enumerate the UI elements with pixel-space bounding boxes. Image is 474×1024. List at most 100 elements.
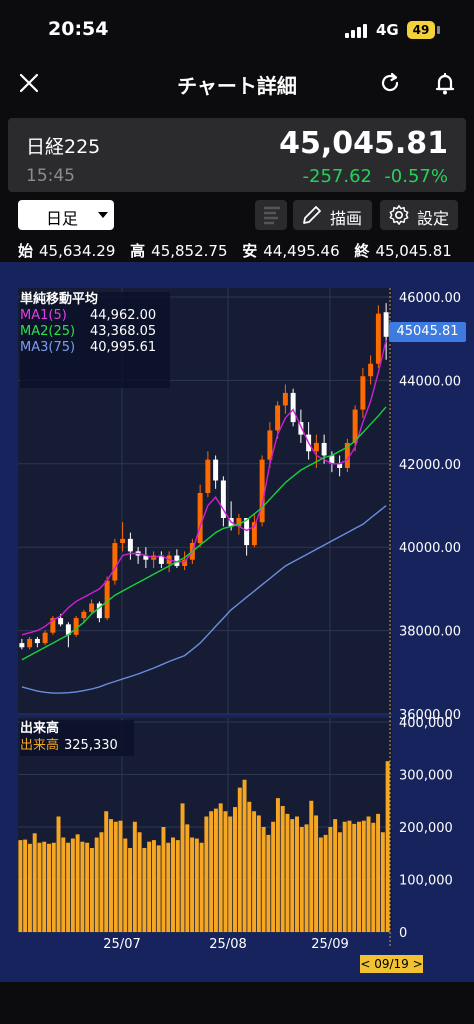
candle-body	[19, 643, 25, 648]
ma3-label: MA3(75)	[20, 340, 76, 355]
volume-bar	[304, 824, 309, 932]
volume-bar	[271, 821, 276, 932]
open-label: 始	[18, 242, 34, 260]
volume-bar	[371, 822, 376, 932]
volume-bar	[109, 819, 113, 932]
volume-bar	[280, 806, 285, 932]
date-tag[interactable]: < 09/19 >	[360, 955, 423, 973]
settings-button[interactable]: 設定	[380, 200, 458, 230]
volume-tick-label: 400,000	[399, 716, 453, 731]
battery-tip	[437, 26, 440, 34]
x-tick-label: 25/07	[103, 937, 140, 952]
volume-bar	[213, 808, 218, 932]
volume-bar	[18, 840, 23, 932]
volume-bar	[47, 843, 51, 932]
volume-bar	[185, 824, 190, 932]
volume-bar	[261, 827, 266, 932]
battery-icon: 49	[407, 21, 435, 39]
chart-area[interactable]: 36000.00 38000.00 40000.00 42000.00 44000.00…	[0, 262, 474, 982]
volume-bar	[80, 841, 85, 932]
status-bar: 20:54 4G 49	[0, 0, 474, 56]
candle-body	[360, 376, 366, 410]
gear-icon	[389, 205, 409, 225]
list-icon	[264, 206, 280, 225]
volume-legend: 出来高 出来高 325,330	[20, 720, 134, 756]
index-price: 45,045.81	[279, 126, 448, 161]
candle-body	[213, 459, 219, 481]
volume-bar	[223, 811, 228, 932]
ma-legend-title: 単純移動平均	[20, 292, 99, 307]
pencil-icon	[303, 206, 321, 224]
volume-bar	[233, 807, 237, 932]
refresh-icon[interactable]	[375, 68, 405, 98]
volume-bar	[137, 832, 142, 932]
volume-bar	[194, 838, 199, 932]
volume-bar	[175, 840, 180, 932]
volume-bar	[337, 832, 342, 932]
volume-bar	[209, 811, 214, 932]
ma2-value: 43,368.05	[90, 324, 157, 339]
volume-bar	[85, 842, 90, 932]
volume-bar	[56, 816, 61, 932]
volume-bar	[151, 840, 156, 932]
volume-bar	[89, 848, 94, 932]
volume-bar	[70, 838, 75, 932]
volume-bar	[247, 801, 252, 932]
volume-bar	[132, 821, 137, 932]
price-tick-label: 42000.00	[399, 458, 461, 473]
volume-bar	[94, 837, 99, 932]
volume-bar	[128, 848, 133, 932]
volume-bar	[147, 841, 152, 932]
ma1-value: 44,962.00	[90, 308, 157, 323]
volume-bar	[376, 813, 381, 932]
volume-bar	[123, 838, 128, 932]
low-value: 44,495.46	[263, 242, 340, 260]
bell-icon[interactable]	[430, 68, 460, 98]
volume-bar	[42, 841, 47, 932]
candle-body	[275, 405, 281, 431]
list-button[interactable]	[255, 200, 287, 230]
volume-bar	[190, 837, 195, 932]
volume-bar	[252, 811, 257, 932]
ma-legend: 単純移動平均 MA1(5) 44,962.00 MA2(25) 43,368.05 …	[20, 292, 170, 388]
volume-bar	[37, 842, 42, 932]
volume-bar	[347, 820, 352, 932]
volume-bar	[113, 821, 118, 932]
period-select[interactable]: 日足	[18, 200, 114, 230]
candle-body	[89, 603, 95, 612]
volume-tick-label: 300,000	[399, 769, 453, 784]
close-label: 終	[354, 242, 370, 260]
volume-tick-label: 200,000	[399, 821, 453, 836]
candle-body	[352, 409, 358, 443]
volume-bar	[242, 779, 247, 932]
volume-tick-label: 100,000	[399, 874, 453, 889]
candle-body	[120, 538, 126, 544]
candle-body	[81, 611, 87, 619]
ma1-label: MA1(5)	[20, 308, 67, 323]
ma3-value: 40,995.61	[90, 340, 157, 355]
price-tick-label: 46000.00	[399, 291, 461, 306]
quote-panel: 日経225 45,045.81 15:45 -257.62 -0.57%	[8, 118, 466, 192]
candle-body	[282, 392, 288, 406]
open-value: 45,634.29	[39, 242, 116, 260]
draw-button[interactable]: 描画	[293, 200, 372, 230]
ma3-row: MA3(75) 40,995.61	[20, 340, 170, 356]
volume-bar	[156, 845, 161, 932]
low-label: 安	[242, 242, 258, 260]
candle-body	[27, 638, 33, 648]
price-change-percent: -0.57%	[384, 166, 448, 187]
volume-bar	[299, 827, 304, 932]
ma1-row: MA1(5) 44,962.00	[20, 308, 170, 324]
volume-bar	[66, 842, 71, 932]
volume-row: 出来高 325,330	[20, 737, 134, 754]
volume-bar	[295, 816, 299, 932]
volume-bar	[99, 832, 104, 932]
index-name: 日経225	[26, 136, 101, 158]
quote-time: 15:45	[26, 166, 75, 186]
x-tick-label: 25/08	[209, 937, 246, 952]
draw-label: 描画	[330, 209, 363, 228]
volume-label: 出来高	[20, 738, 60, 753]
volume-bar	[285, 813, 290, 932]
volume-bar	[256, 815, 261, 932]
volume-bar	[104, 811, 109, 932]
